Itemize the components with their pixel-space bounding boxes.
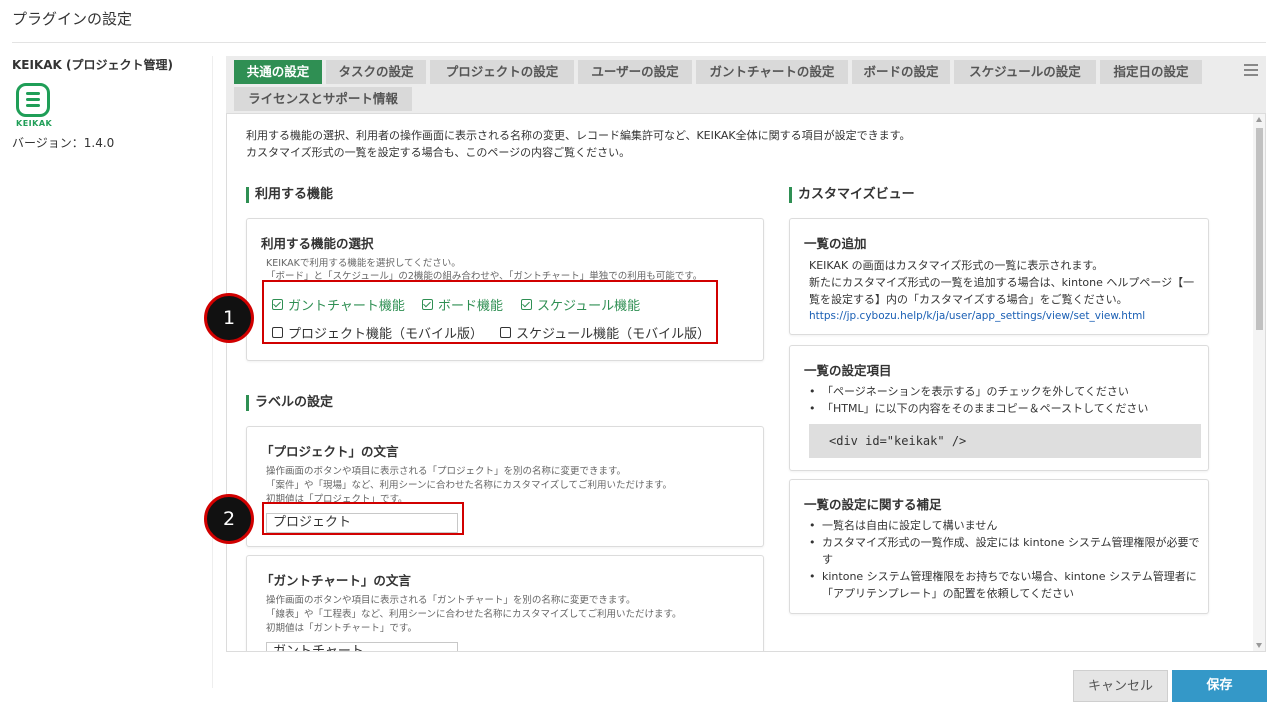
tab-date-settings[interactable]: 指定日の設定 [1100,60,1202,84]
feature-selection-title: 利用する機能の選択 [261,236,374,251]
keikak-logo-icon [16,83,50,117]
tab-common-settings[interactable]: 共通の設定 [234,60,322,84]
view-settings-title: 一覧の設定項目 [804,363,892,378]
tab-schedule-settings[interactable]: スケジュールの設定 [954,60,1096,84]
annotation-marker-1: 1 [204,293,254,343]
view-settings-card: 一覧の設定項目 「ページネーションを表示する」のチェックを外してください 「HT… [789,345,1209,471]
page-title: プラグインの設定 [12,10,133,28]
gantt-label-note: 「線表」や「工程表」など、利用シーンに合わせた名称にカスタマイズしてご利用いただ… [266,609,682,620]
hamburger-menu-icon[interactable] [1244,64,1258,79]
scroll-thumb[interactable] [1256,128,1263,330]
tab-task-settings[interactable]: タスクの設定 [326,60,426,84]
plugin-version: バージョン：1.4.0 [12,136,115,150]
logo-text: KEIKAK [16,119,53,128]
view-add-text: KEIKAK の画面はカスタマイズ形式の一覧に表示されます。 [809,259,1104,272]
tab-project-settings[interactable]: プロジェクトの設定 [430,60,574,84]
keikak-logo: KEIKAK [16,83,56,128]
help-page-link[interactable]: https://jp.cybozu.help/k/ja/user/app_set… [809,310,1145,322]
view-supplement-card: 一覧の設定に関する補足 一覧名は自由に設定して構いません カスタマイズ形式の一覧… [789,479,1209,614]
intro-text: 利用する機能の選択、利用者の操作画面に表示される名称の変更、レコード編集許可など… [246,129,911,159]
supplement-bullet-cont: 「アプリテンプレート」の配置を依頼してください [822,587,1075,600]
features-heading: 利用する機能 [246,187,333,203]
settings-content: 利用する機能の選択、利用者の操作画面に表示される名称の変更、レコード編集許可など… [226,113,1266,652]
labels-heading: ラベルの設定 [246,395,333,411]
project-label-note: 「案件」や「現場」など、利用シーンに合わせた名称にカスタマイズしてご利用いただけ… [266,480,673,491]
scroll-down-arrow-icon[interactable] [1256,643,1262,648]
supplement-bullet: カスタマイズ形式の一覧作成、設定には kintone システム管理権限が必要で [809,535,1200,551]
project-label-title: 「プロジェクト」の文言 [261,444,399,459]
html-code-snippet: <div id="keikak" /> [809,424,1201,458]
annotation-box-project-label [262,502,464,535]
tab-gantt-settings[interactable]: ガントチャートの設定 [696,60,848,84]
tab-board-settings[interactable]: ボードの設定 [852,60,950,84]
custom-view-heading: カスタマイズビュー [789,187,915,203]
supplement-bullet: kintone システム管理権限をお持ちでない場合、kintone システム管理… [809,569,1197,585]
tab-license-support[interactable]: ライセンスとサポート情報 [234,87,412,111]
feature-note: KEIKAKで利用する機能を選択してください。 [266,258,461,269]
view-settings-bullet: 「HTML」に以下の内容をそのままコピー＆ペーストしてください [809,401,1148,417]
view-add-card: 一覧の追加 KEIKAK の画面はカスタマイズ形式の一覧に表示されます。 新たに… [789,218,1209,335]
cancel-button[interactable]: キャンセル [1073,670,1168,702]
gantt-label-input[interactable]: ガントチャート [266,642,458,651]
view-supplement-title: 一覧の設定に関する補足 [804,497,942,512]
title-divider [12,42,1266,43]
view-settings-bullet: 「ページネーションを表示する」のチェックを外してください [809,384,1129,400]
view-add-text: 新たにカスタマイズ形式の一覧を追加する場合は、kintone ヘルプページ【一 [809,276,1195,289]
content-scrollbar[interactable] [1253,114,1265,651]
supplement-bullet: 一覧名は自由に設定して構いません [809,518,997,534]
scroll-up-arrow-icon[interactable] [1256,117,1262,122]
gantt-label-title: 「ガントチャート」の文言 [261,573,411,588]
annotation-box-features [262,280,718,344]
view-add-title: 一覧の追加 [804,236,867,251]
settings-tabs: 共通の設定 タスクの設定 プロジェクトの設定 ユーザーの設定 ガントチャートの設… [226,56,1266,113]
supplement-bullet-cont: す [822,553,833,566]
plugin-name: KEIKAK (プロジェクト管理) [12,58,173,72]
gantt-label-note: 操作画面のボタンや項目に表示される「ガントチャート」を別の名称に変更できます。 [266,595,636,606]
project-label-note: 操作画面のボタンや項目に表示される「プロジェクト」を別の名称に変更できます。 [266,466,627,477]
plugin-info: KEIKAK (プロジェクト管理) KEIKAK バージョン：1.4.0 [12,56,202,151]
gantt-label-note: 初期値は「ガントチャート」です。 [266,623,417,634]
save-button[interactable]: 保存 [1172,670,1267,702]
view-add-text: 覧を設定する】内の「カスタマイズする場合」をご覧ください。 [809,293,1128,306]
annotation-marker-2: 2 [204,494,254,544]
sidebar-divider [212,56,213,688]
tab-user-settings[interactable]: ユーザーの設定 [578,60,692,84]
gantt-label-card: 「ガントチャート」の文言 操作画面のボタンや項目に表示される「ガントチャート」を… [246,555,764,651]
